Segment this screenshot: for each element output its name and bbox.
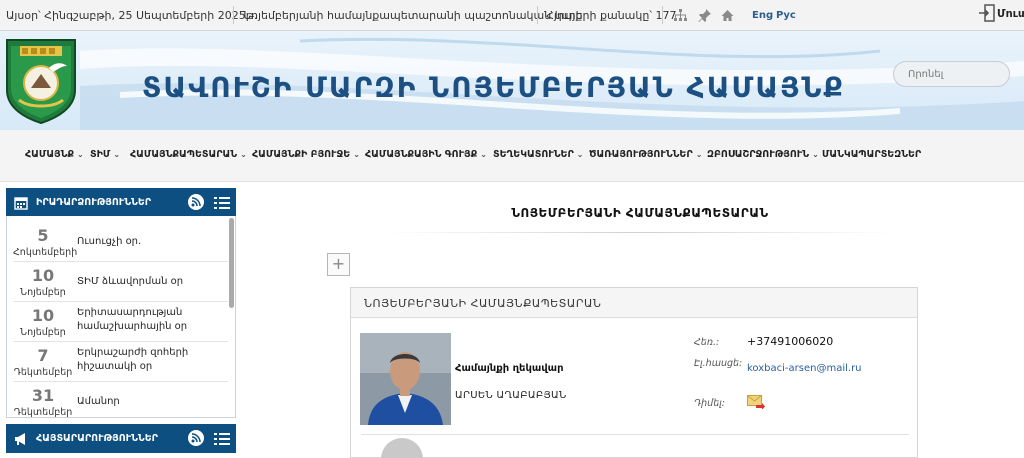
site-caption: Նոյեմբերյանի համայնքապետարանի պաշտոնական… <box>243 9 583 22</box>
chevron-down-icon: ⌄ <box>113 150 121 159</box>
megaphone-icon <box>14 431 28 445</box>
rss-icon[interactable] <box>188 430 204 446</box>
pin-icon[interactable] <box>698 9 711 23</box>
nav-label: ԶԲՈՍԱՇՐՋՈՒԹՅՈՒՆ <box>707 149 810 160</box>
email-label: Էլ.հասցե: <box>694 358 743 369</box>
phone-label: Հեռ.: <box>694 337 720 348</box>
send-mail-icon[interactable] <box>747 394 765 410</box>
event-day: 10 <box>31 266 55 285</box>
appeal-label: Դիմել: <box>694 398 726 409</box>
announcements-panel-header: ՀԱՅՏԱՐԱՐՈՒԹՅՈՒՆՆԵՐ <box>6 424 236 453</box>
chevron-down-icon: ⌄ <box>480 150 487 159</box>
lang-russian[interactable]: Рус <box>776 10 796 21</box>
chevron-down-icon: ⌄ <box>576 150 584 159</box>
event-title: Երկրաշարժի զոհերի հիշատակի օր <box>77 347 189 372</box>
divider <box>233 6 234 24</box>
events-title: ԻՐԱԴԱՐՁՈՒԹՅՈՒՆՆԵՐ <box>36 197 152 208</box>
events-list: 5 Հոկտեմբերի Ուսուցչի օր. 10 Նոյեմբեր ՏԻ… <box>6 216 236 418</box>
phone-value[interactable]: +37491006020 <box>747 335 833 348</box>
event-month: Հոկտեմբերի <box>13 247 78 258</box>
login-link[interactable]: Մուտք <box>997 7 1024 20</box>
chevron-down-icon: ⌄ <box>77 150 84 159</box>
nav-item-kindergartens[interactable]: ՄԱՆԿԱՊԱՐՏԵԶՆԵՐ <box>822 149 921 160</box>
event-day: 7 <box>37 346 49 365</box>
event-month: Դեկտեմբեր <box>13 367 73 378</box>
list-icon[interactable] <box>214 431 230 445</box>
divider <box>537 6 538 24</box>
card-divider <box>361 434 909 435</box>
nav-label: ՀԱՄԱՅՆՔ <box>25 149 75 160</box>
event-month: Դեկտեմբեր <box>13 407 73 418</box>
visitor-count: Հյուրերի քանակը՝ 177 <box>546 9 677 22</box>
nav-label: ՄԱՆԿԱՊԱՐՏԵԶՆԵՐ <box>822 149 922 160</box>
nav-item-budget[interactable]: ՀԱՄԱՅՆՔԻ ԲՅՈՒՋԵ ⌄ <box>252 149 360 160</box>
event-item[interactable]: 10 Նոյեմբեր ՏԻՄ ձևավորման օր <box>13 262 228 302</box>
event-item[interactable]: 7 Դեկտեմբեր Երկրաշարժի զոհերի հիշատակի օ… <box>13 342 228 382</box>
header-banner: ՏԱՎՈՒՇԻ ՄԱՐԶԻ ՆՈՅԵՄԲԵՐՅԱՆ ՀԱՄԱՅՆՔ <box>0 31 1024 130</box>
nav-label: ՀԱՄԱՅՆՔԱՅԻՆ ԳՈՒՅՔ <box>365 149 478 160</box>
event-title: ՏԻՄ ձևավորման օր <box>77 276 184 287</box>
login-icon[interactable] <box>979 4 995 22</box>
lang-english[interactable]: Eng <box>752 10 773 21</box>
contact-card: ՆՈՅԵՄԲԵՐՅԱՆԻ ՀԱՄԱՅՆՔԱՊԵՏԱՐԱՆ Համայնքի ղե… <box>350 287 918 458</box>
events-scrollbar[interactable] <box>229 218 234 308</box>
event-title: Երիտասարդության համաշխարհային օր <box>77 307 188 332</box>
page: Այսօր՝ Հինգշաբթի, 25 Սեպտեմբերի 2025թ. Ն… <box>0 0 1024 458</box>
nav-item-property[interactable]: ՀԱՄԱՅՆՔԱՅԻՆ ԳՈՒՅՔ ⌄ <box>365 149 487 160</box>
event-month: Նոյեմբեր <box>20 327 66 338</box>
contact-role: Համայնքի ղեկավար <box>455 363 564 374</box>
search-input[interactable] <box>893 61 1010 87</box>
chevron-down-icon: ⌄ <box>353 150 360 159</box>
page-title: ՆՈՅԵՄԲԵՐՅԱՆԻ ՀԱՄԱՅՆՔԱՊԵՏԱՐԱՆ <box>511 206 769 220</box>
card-header: ՆՈՅԵՄԲԵՐՅԱՆԻ ՀԱՄԱՅՆՔԱՊԵՏԱՐԱՆ <box>351 288 917 318</box>
announcements-title: ՀԱՅՏԱՐԱՐՈՒԹՅՈՒՆՆԵՐ <box>36 433 158 444</box>
calendar-icon <box>14 195 28 210</box>
event-item[interactable]: 31 Դեկտեմբեր Ամանոր <box>13 382 228 418</box>
nav-item-services[interactable]: ԾԱՌԱՅՈՒԹՅՈՒՆՆԵՐ ⌄ <box>589 149 702 160</box>
event-day: 5 <box>37 226 49 245</box>
rss-icon[interactable] <box>188 194 204 210</box>
list-icon[interactable] <box>214 195 230 209</box>
email-link[interactable]: koxbaci-arsen@mail.ru <box>747 363 862 374</box>
contact-name: ԱՐՍԵՆ ԱՂԱԲԱԲՅԱՆ <box>455 390 567 401</box>
chevron-down-icon: ⌄ <box>240 150 247 159</box>
event-item[interactable]: 10 Նոյեմբեր Երիտասարդության համաշխարհայի… <box>13 302 228 342</box>
sitemap-icon[interactable] <box>674 9 687 22</box>
nav-label: ԾԱՌԱՅՈՒԹՅՈՒՆՆԵՐ <box>589 149 693 160</box>
nav-label: ՀԱՄԱՅՆՔԻ ԲՅՈՒՋԵ <box>252 149 351 160</box>
site-title: ՏԱՎՈՒՇԻ ՄԱՐԶԻ ՆՈՅԵՄԲԵՐՅԱՆ ՀԱՄԱՅՆՔ <box>142 71 845 104</box>
nav-item-tourism[interactable]: ԶԲՈՍԱՇՐՋՈՒԹՅՈՒՆ ⌄ <box>707 149 819 160</box>
community-emblem[interactable] <box>5 38 77 125</box>
title-divider <box>385 232 895 233</box>
mayor-photo <box>360 333 451 425</box>
nav-label: ՏԵՂԵԿԱՏՈՒՆԵՐ <box>493 149 574 160</box>
nav-label: ՏԻՄ <box>90 149 111 160</box>
nav-item-info[interactable]: ՏԵՂԵԿԱՏՈՒՆԵՐ ⌄ <box>493 149 583 160</box>
current-date: Այսօր՝ Հինգշաբթի, 25 Սեպտեմբերի 2025թ. <box>6 9 258 22</box>
event-item[interactable]: 5 Հոկտեմբերի Ուսուցչի օր. <box>13 222 228 262</box>
chevron-down-icon: ⌄ <box>812 150 819 159</box>
expand-button[interactable]: + <box>327 253 350 276</box>
main-nav: ՀԱՄԱՅՆՔ ⌄ ՏԻՄ ⌄ ՀԱՄԱՅՆՔԱՊԵՏԱՐԱՆ ⌄ ՀԱՄԱՅՆՔԻ … <box>0 130 1024 182</box>
divider <box>662 6 663 24</box>
event-title: Ամանոր <box>77 396 120 407</box>
nav-label: ՀԱՄԱՅՆՔԱՊԵՏԱՐԱՆ <box>130 149 238 160</box>
home-icon[interactable] <box>721 9 734 22</box>
nav-item-lsg[interactable]: ՏԻՄ ⌄ <box>90 149 120 160</box>
nav-item-municipality[interactable]: ՀԱՄԱՅՆՔԱՊԵՏԱՐԱՆ ⌄ <box>130 149 247 160</box>
event-day: 10 <box>31 306 55 325</box>
card-header-title: ՆՈՅԵՄԲԵՐՅԱՆԻ ՀԱՄԱՅՆՔԱՊԵՏԱՐԱՆ <box>364 297 602 310</box>
chevron-down-icon: ⌄ <box>695 150 703 159</box>
avatar <box>381 438 423 458</box>
event-day: 31 <box>31 386 55 405</box>
top-bar: Այսօր՝ Հինգշաբթի, 25 Սեպտեմբերի 2025թ. Ն… <box>0 0 1024 31</box>
nav-item-community[interactable]: ՀԱՄԱՅՆՔ ⌄ <box>25 149 84 160</box>
event-title: Ուսուցչի օր. <box>77 236 142 247</box>
events-panel-header: ԻՐԱԴԱՐՁՈՒԹՅՈՒՆՆԵՐ <box>6 188 236 217</box>
event-month: Նոյեմբեր <box>20 287 66 298</box>
